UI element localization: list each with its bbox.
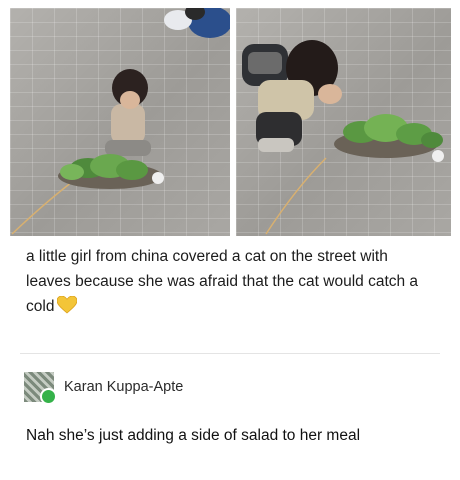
divider xyxy=(20,353,440,354)
online-badge-icon xyxy=(40,388,57,405)
reply-author[interactable]: Karan Kuppa-Apte xyxy=(24,372,183,405)
photo-girl-petting xyxy=(236,8,451,236)
reply-text: Nah she’s just adding a side of salad to… xyxy=(26,427,361,444)
caption-text: a little girl from china covered a cat o… xyxy=(26,248,419,315)
yellow-heart-icon xyxy=(57,295,78,322)
post-caption: a little girl from china covered a cat o… xyxy=(26,244,436,322)
username[interactable]: Karan Kuppa-Apte xyxy=(64,379,183,395)
photo-girl-crouching xyxy=(10,8,230,236)
photo-pair xyxy=(10,8,451,236)
avatar[interactable] xyxy=(24,372,57,405)
